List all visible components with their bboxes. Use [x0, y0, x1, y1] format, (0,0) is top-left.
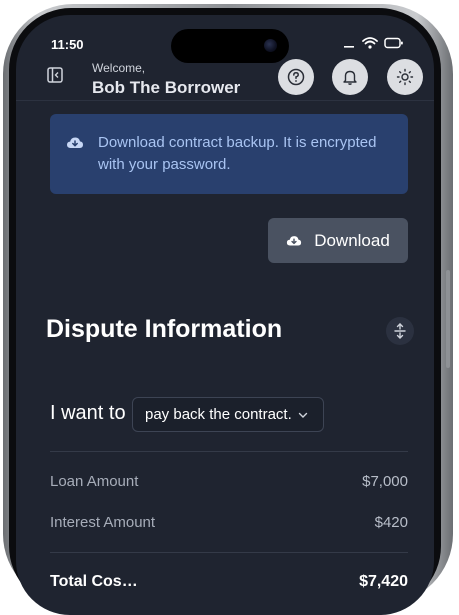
loan-amount-value: $7,000: [362, 473, 408, 490]
cloud-download-icon: [287, 235, 302, 245]
welcome-text: Welcome,: [92, 61, 146, 75]
notifications-button[interactable]: [332, 59, 368, 95]
loan-amount-row: Loan Amount $7,000: [50, 473, 408, 493]
status-icons: [342, 37, 404, 49]
total-cost-row: Total Cos… $7,420: [50, 573, 408, 595]
battery-icon: [384, 37, 403, 49]
app-header: Welcome, Bob The Borrower: [16, 59, 434, 99]
wifi-icon: [362, 37, 378, 49]
divider: [50, 451, 408, 452]
action-select[interactable]: pay back the contract.: [132, 397, 324, 432]
total-cost-value: $7,420: [359, 573, 408, 590]
download-button-label: Download: [314, 230, 390, 250]
camera-icon: [264, 39, 277, 52]
bell-icon: [343, 70, 357, 85]
expand-vertical-icon: [394, 323, 406, 339]
divider: [50, 552, 408, 553]
theme-toggle-button[interactable]: [387, 59, 423, 95]
status-time: 11:50: [51, 37, 84, 52]
interest-amount-row: Interest Amount $420: [50, 514, 408, 534]
expand-collapse-button[interactable]: [386, 317, 414, 345]
download-button[interactable]: Download: [268, 218, 408, 263]
interest-amount-label: Interest Amount: [50, 514, 156, 531]
action-select-value: pay back the contract.: [145, 406, 292, 423]
want-label: I want to: [50, 402, 126, 424]
phone-screen: 11:50 Welcome, Bob The Borrower Download…: [16, 15, 434, 615]
dynamic-island: [171, 29, 289, 63]
header-divider: [16, 100, 434, 101]
sidebar-toggle-icon[interactable]: [47, 67, 63, 83]
sun-icon: [396, 68, 414, 86]
cloud-download-icon: [67, 137, 83, 148]
loan-amount-label: Loan Amount: [50, 473, 139, 490]
total-cost-label: Total Cos…: [50, 573, 138, 590]
user-name: Bob The Borrower: [92, 78, 241, 97]
alert-text: Download contract backup. It is encrypte…: [98, 134, 377, 173]
interest-amount-value: $420: [374, 514, 408, 531]
help-icon: [287, 68, 305, 86]
chevron-down-icon: [298, 412, 307, 418]
power-button: [446, 270, 450, 368]
signal-icon: [344, 46, 354, 48]
help-button[interactable]: [278, 59, 314, 95]
section-title: Dispute Information: [46, 315, 283, 343]
backup-alert: Download contract backup. It is encrypte…: [50, 114, 408, 194]
